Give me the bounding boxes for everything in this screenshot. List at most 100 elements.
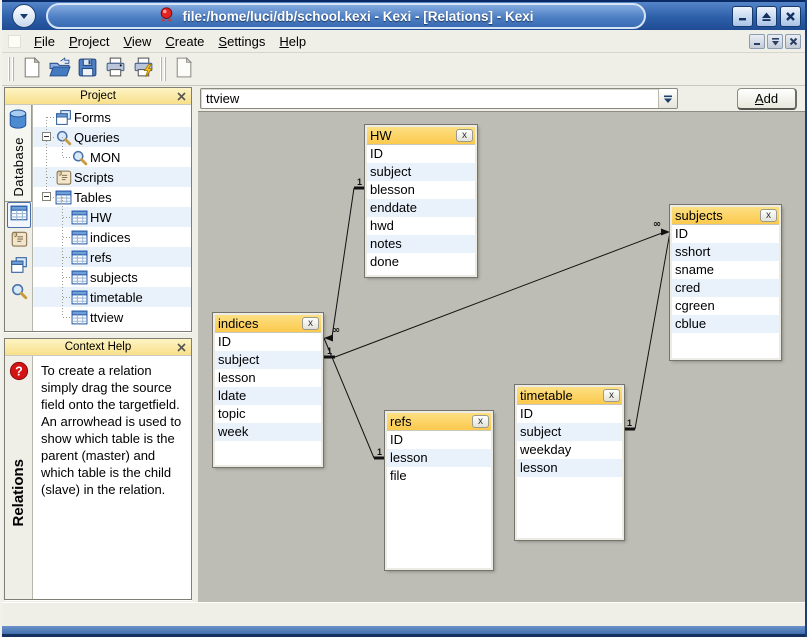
table-header[interactable]: refsx bbox=[387, 413, 491, 431]
save-button[interactable] bbox=[73, 55, 101, 83]
field-row-id[interactable]: ID bbox=[517, 405, 622, 423]
field-row-hwd[interactable]: hwd bbox=[367, 217, 475, 235]
relation-table-subjects[interactable]: subjectsxIDsshortsnamecredcgreencblue bbox=[670, 205, 781, 360]
field-row-topic[interactable]: topic bbox=[215, 405, 321, 423]
relations-canvas[interactable]: 1∞11∞1 HWxIDsubjectblessonenddatehwdnote… bbox=[198, 112, 805, 602]
tree-item-label: subjects bbox=[90, 270, 138, 285]
close-button[interactable] bbox=[780, 6, 801, 27]
tab-database[interactable]: Database bbox=[5, 105, 32, 202]
sidebar-tool-queries[interactable] bbox=[7, 280, 31, 306]
field-row-sshort[interactable]: sshort bbox=[672, 243, 779, 261]
sidebar-tool-forms[interactable] bbox=[7, 254, 31, 280]
field-row-sname[interactable]: sname bbox=[672, 261, 779, 279]
field-row-lesson[interactable]: lesson bbox=[387, 449, 491, 467]
table-header[interactable]: indicesx bbox=[215, 315, 321, 333]
close-icon[interactable]: x bbox=[302, 317, 319, 330]
field-row-subject[interactable]: subject bbox=[215, 351, 321, 369]
table-name: HW bbox=[370, 128, 456, 143]
sidebar-item-scripts[interactable]: Scripts bbox=[33, 167, 191, 187]
mdi-minimize-button[interactable] bbox=[749, 34, 765, 49]
relation-table-refs[interactable]: refsxIDlessonfile bbox=[385, 411, 493, 570]
table-selector-combobox[interactable]: ttview bbox=[200, 88, 678, 109]
sidebar-item-tables[interactable]: Tables bbox=[33, 187, 191, 207]
menu-item-settings[interactable]: Settings bbox=[211, 31, 272, 52]
context-help-header[interactable]: Context Help bbox=[5, 339, 191, 356]
close-icon[interactable]: x bbox=[472, 415, 489, 428]
relation-table-timetable[interactable]: timetablexIDsubjectweekdaylesson bbox=[515, 385, 624, 540]
field-row-lesson[interactable]: lesson bbox=[215, 369, 321, 387]
close-icon[interactable]: x bbox=[456, 129, 473, 142]
quick-print-button[interactable] bbox=[129, 55, 157, 83]
table-header[interactable]: subjectsx bbox=[672, 207, 779, 225]
field-row-subject[interactable]: subject bbox=[367, 163, 475, 181]
title-bar: file:/home/luci/db/school.kexi - Kexi - … bbox=[2, 0, 805, 30]
menu-item-help[interactable]: Help bbox=[272, 31, 313, 52]
status-bar bbox=[2, 602, 805, 626]
mdi-close-button[interactable] bbox=[785, 34, 801, 49]
table-icon bbox=[71, 289, 88, 306]
sidebar-item-timetable[interactable]: timetable bbox=[33, 287, 191, 307]
sidebar-item-forms[interactable]: Forms bbox=[33, 107, 191, 127]
sidebar-tool-scripts[interactable] bbox=[7, 228, 31, 254]
sidebar-tool-tables[interactable] bbox=[7, 202, 31, 228]
svg-text:∞: ∞ bbox=[332, 325, 340, 336]
toolbar-grip[interactable] bbox=[8, 57, 14, 81]
menu-item-project[interactable]: Project bbox=[62, 31, 116, 52]
table-name: timetable bbox=[520, 388, 603, 403]
relation-table-HW[interactable]: HWxIDsubjectblessonenddatehwdnotesdone bbox=[365, 125, 477, 277]
field-row-week[interactable]: week bbox=[215, 423, 321, 441]
field-row-id[interactable]: ID bbox=[367, 145, 475, 163]
open-file-button[interactable] bbox=[45, 55, 73, 83]
field-row-ldate[interactable]: ldate bbox=[215, 387, 321, 405]
sidebar-item-indices[interactable]: indices bbox=[33, 227, 191, 247]
sidebar-item-ttview[interactable]: ttview bbox=[33, 307, 191, 327]
field-row-lesson[interactable]: lesson bbox=[517, 459, 622, 477]
close-icon[interactable] bbox=[174, 90, 189, 103]
field-row-done[interactable]: done bbox=[367, 253, 475, 271]
sidebar-item-queries[interactable]: Queries bbox=[33, 127, 191, 147]
toolbar-grip[interactable] bbox=[160, 57, 166, 81]
close-icon bbox=[785, 11, 796, 22]
field-row-id[interactable]: ID bbox=[215, 333, 321, 351]
maximize-button[interactable] bbox=[756, 6, 777, 27]
field-row-cred[interactable]: cred bbox=[672, 279, 779, 297]
field-row-cblue[interactable]: cblue bbox=[672, 315, 779, 333]
field-row-cgreen[interactable]: cgreen bbox=[672, 297, 779, 315]
close-icon[interactable]: x bbox=[603, 389, 620, 402]
sidebar-item-refs[interactable]: refs bbox=[33, 247, 191, 267]
field-row-file[interactable]: file bbox=[387, 467, 491, 485]
menu-item-create[interactable]: Create bbox=[158, 31, 211, 52]
new-object-button[interactable] bbox=[169, 55, 197, 83]
relation-table-indices[interactable]: indicesxIDsubjectlessonldatetopicweek bbox=[213, 313, 323, 467]
mdi-restore-button[interactable] bbox=[767, 34, 783, 49]
svg-text:?: ? bbox=[15, 365, 23, 379]
collapse-expander-icon[interactable] bbox=[42, 132, 51, 141]
sidebar-item-mon[interactable]: MON bbox=[33, 147, 191, 167]
new-document-button[interactable] bbox=[17, 55, 45, 83]
table-header[interactable]: HWx bbox=[367, 127, 475, 145]
field-row-enddate[interactable]: enddate bbox=[367, 199, 475, 217]
project-panel-header[interactable]: Project bbox=[5, 88, 191, 105]
menu-item-file[interactable]: File bbox=[27, 31, 62, 52]
table-icon bbox=[71, 269, 88, 286]
field-row-weekday[interactable]: weekday bbox=[517, 441, 622, 459]
minimize-button[interactable] bbox=[732, 6, 753, 27]
close-icon[interactable] bbox=[174, 341, 189, 354]
window-title: file:/home/luci/db/school.kexi - Kexi - … bbox=[182, 9, 533, 24]
close-icon[interactable]: x bbox=[760, 209, 777, 222]
table-header[interactable]: timetablex bbox=[517, 387, 622, 405]
field-row-id[interactable]: ID bbox=[672, 225, 779, 243]
chevron-down-icon[interactable] bbox=[658, 89, 677, 108]
field-row-id[interactable]: ID bbox=[387, 431, 491, 449]
project-tree: FormsQueriesMONScriptsTablesHWindicesref… bbox=[33, 105, 191, 331]
field-row-blesson[interactable]: blesson bbox=[367, 181, 475, 199]
field-row-notes[interactable]: notes bbox=[367, 235, 475, 253]
add-button[interactable]: Add bbox=[737, 88, 797, 110]
collapse-expander-icon[interactable] bbox=[42, 192, 51, 201]
sidebar-item-hw[interactable]: HW bbox=[33, 207, 191, 227]
field-row-subject[interactable]: subject bbox=[517, 423, 622, 441]
print-button[interactable] bbox=[101, 55, 129, 83]
menu-item-view[interactable]: View bbox=[116, 31, 158, 52]
sidebar-item-subjects[interactable]: subjects bbox=[33, 267, 191, 287]
window-menu-button[interactable] bbox=[12, 4, 36, 28]
